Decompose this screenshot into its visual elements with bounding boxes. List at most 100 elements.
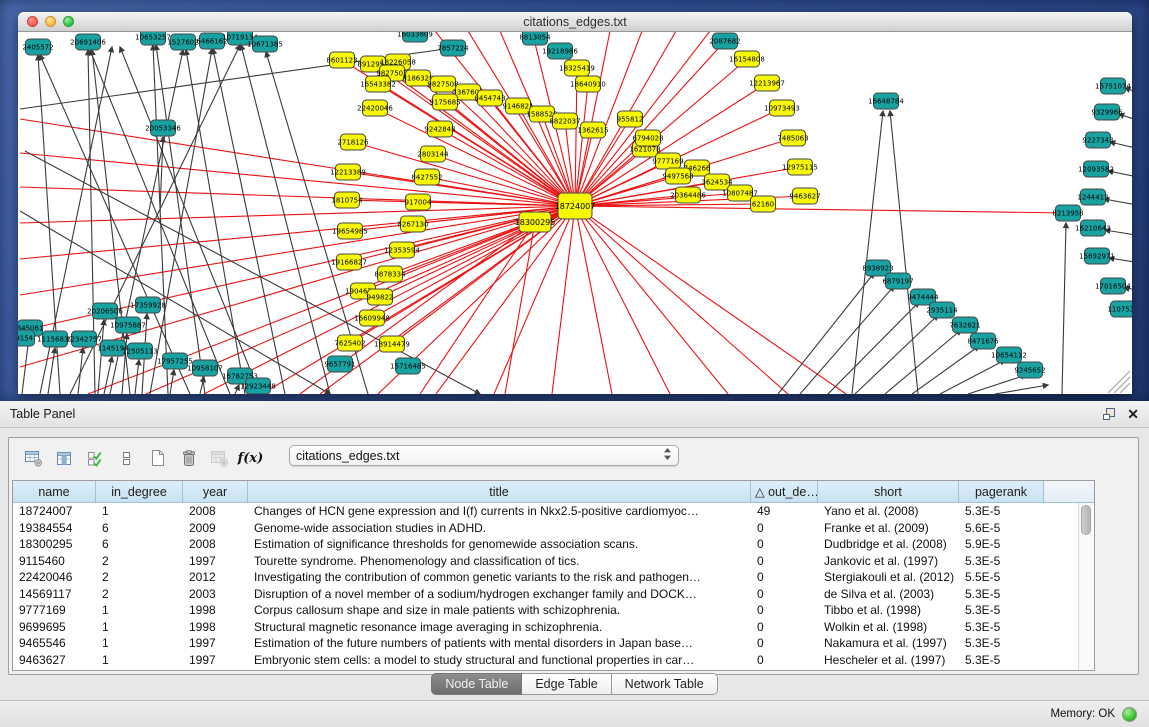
- graph-node[interactable]: 2087682: [709, 33, 740, 49]
- graph-node[interactable]: 9497568: [662, 168, 693, 184]
- network-canvas[interactable]: 2405572206914061065325715276026466162107…: [18, 32, 1132, 394]
- graph-node[interactable]: 1107533: [1107, 301, 1132, 317]
- graph-node[interactable]: 8454743: [474, 90, 505, 106]
- graph-node[interactable]: 8822037: [549, 113, 580, 129]
- graph-node[interactable]: 7625402: [334, 335, 365, 351]
- graph-node[interactable]: 8878334: [374, 266, 406, 282]
- column-header-in_degree[interactable]: in_degree: [96, 481, 183, 503]
- float-panel-icon[interactable]: [1102, 407, 1117, 421]
- graph-node[interactable]: 8813054: [519, 32, 551, 45]
- table-row[interactable]: 969969511998Structural magnetic resonanc…: [13, 619, 1079, 636]
- graph-node[interactable]: 16543382: [360, 76, 396, 92]
- graph-node[interactable]: 9777169: [652, 153, 683, 169]
- table-row[interactable]: 911546021997Tourette syndrome. Phenomeno…: [13, 553, 1079, 570]
- graph-node[interactable]: 6879197: [882, 273, 913, 289]
- tab-network-table[interactable]: Network Table: [612, 673, 718, 695]
- function-builder-button[interactable]: f(x): [238, 446, 263, 471]
- graph-node[interactable]: 2718126: [337, 134, 369, 150]
- table-row[interactable]: 946362711997Embryonic stem cells: a mode…: [13, 652, 1079, 669]
- graph-node[interactable]: 6794028: [632, 130, 663, 146]
- graph-node[interactable]: 19654985: [332, 223, 368, 239]
- graph-node[interactable]: 10671385: [247, 36, 283, 52]
- graph-node[interactable]: 8213958: [1052, 205, 1083, 221]
- graph-node[interactable]: 1362615: [577, 122, 608, 138]
- graph-node[interactable]: 2935114: [926, 302, 958, 318]
- table-row[interactable]: 1456911722003Disruption of a novel membe…: [13, 586, 1079, 603]
- graph-node[interactable]: 16210643: [1075, 220, 1111, 236]
- graph-node[interactable]: 18724007: [555, 193, 596, 219]
- graph-node[interactable]: 16154808: [729, 51, 765, 67]
- graph-node[interactable]: 9227343: [1082, 132, 1113, 148]
- graph-node[interactable]: 9242848: [424, 121, 455, 137]
- graph-node[interactable]: 12213967: [749, 75, 785, 91]
- table-row[interactable]: 1830029562008Estimation of significance …: [13, 536, 1079, 553]
- graph-node[interactable]: 15716485: [390, 358, 426, 374]
- show-columns-button[interactable]: [52, 446, 77, 471]
- graph-node[interactable]: 18325419: [559, 60, 595, 76]
- graph-node[interactable]: 10653257: [135, 32, 171, 45]
- graph-node[interactable]: 9245652: [1014, 362, 1045, 378]
- graph-node[interactable]: 10654112: [991, 347, 1027, 363]
- graph-node[interactable]: 18300295: [515, 212, 556, 232]
- graph-node[interactable]: 10958107: [187, 360, 223, 376]
- graph-node[interactable]: 9463627: [789, 188, 820, 204]
- column-header-name[interactable]: name: [13, 481, 96, 503]
- scrollbar-thumb[interactable]: [1081, 505, 1091, 535]
- graph-node[interactable]: 17359928: [130, 297, 166, 313]
- network-window-titlebar[interactable]: citations_edges.txt: [18, 12, 1132, 32]
- graph-node[interactable]: 9657791: [324, 356, 355, 372]
- select-columns-button[interactable]: [83, 446, 108, 471]
- graph-node[interactable]: 9175685: [429, 94, 460, 110]
- graph-node[interactable]: 949822: [367, 289, 394, 305]
- graph-node[interactable]: 9329966: [1091, 104, 1123, 120]
- table-row[interactable]: 977716911998Corpus callosum shape and si…: [13, 602, 1079, 619]
- graph-node[interactable]: 12975115: [782, 159, 818, 175]
- graph-node[interactable]: 12213389: [330, 164, 366, 180]
- create-column-button[interactable]: [145, 446, 170, 471]
- graph-node[interactable]: 10973493: [764, 100, 800, 116]
- graph-node[interactable]: 8427552: [411, 169, 442, 185]
- graph-node[interactable]: 8601123: [326, 52, 357, 68]
- column-header-year[interactable]: year: [183, 481, 248, 503]
- graph-node[interactable]: 12093582: [1078, 161, 1114, 177]
- graph-node[interactable]: 2405572: [22, 39, 53, 55]
- graph-node[interactable]: 12923448: [240, 378, 276, 394]
- table-mode-button[interactable]: [21, 446, 46, 471]
- column-header-pagerank[interactable]: pagerank: [959, 481, 1044, 503]
- graph-node[interactable]: 10975887: [110, 317, 146, 333]
- graph-node[interactable]: 1527602: [167, 34, 198, 50]
- graph-node[interactable]: 7485063: [777, 130, 808, 146]
- graph-node[interactable]: 19166827: [331, 254, 367, 270]
- graph-node[interactable]: 2803144: [417, 146, 449, 162]
- graph-node[interactable]: 12505113: [122, 343, 158, 359]
- table-row[interactable]: 2242004622012Investigating the contribut…: [13, 569, 1079, 586]
- graph-node[interactable]: 18914479: [374, 336, 410, 352]
- table-selector-dropdown[interactable]: citations_edges.txt: [289, 445, 679, 466]
- graph-node[interactable]: 18640910: [570, 76, 606, 92]
- delete-table-button[interactable]: [176, 446, 201, 471]
- tab-edge-table[interactable]: Edge Table: [522, 673, 611, 695]
- graph-node[interactable]: 8267130: [397, 216, 428, 232]
- graph-node[interactable]: 7632621: [949, 317, 980, 333]
- graph-node[interactable]: 62160: [751, 196, 776, 212]
- table-scrollbar[interactable]: [1078, 503, 1094, 670]
- graph-node[interactable]: 7857224: [437, 40, 469, 56]
- graph-node[interactable]: 8471676: [967, 333, 999, 349]
- graph-node[interactable]: 39154: [18, 330, 35, 346]
- graph-node[interactable]: 1244413: [1077, 189, 1108, 205]
- row-height-button[interactable]: [114, 446, 139, 471]
- column-header-short[interactable]: short: [818, 481, 959, 503]
- column-header-out_degree[interactable]: △ out_de…: [751, 481, 818, 503]
- tab-node-table[interactable]: Node Table: [431, 673, 522, 695]
- graph-node[interactable]: 1810754: [331, 192, 363, 208]
- graph-node[interactable]: 15692971: [1079, 248, 1115, 264]
- table-row[interactable]: 1872400712008Changes of HCN gene express…: [13, 503, 1079, 520]
- graph-node[interactable]: 917004: [405, 194, 432, 210]
- table-row[interactable]: 946554611997Estimation of the future num…: [13, 635, 1079, 652]
- graph-node[interactable]: 16609948: [354, 310, 390, 326]
- column-header-title[interactable]: title: [248, 481, 751, 503]
- table-row[interactable]: 1938455462009Genome-wide association stu…: [13, 520, 1079, 537]
- graph-node[interactable]: 955812: [617, 111, 644, 127]
- cell-name: 9777169: [13, 602, 96, 619]
- close-panel-icon[interactable]: ✕: [1127, 407, 1139, 421]
